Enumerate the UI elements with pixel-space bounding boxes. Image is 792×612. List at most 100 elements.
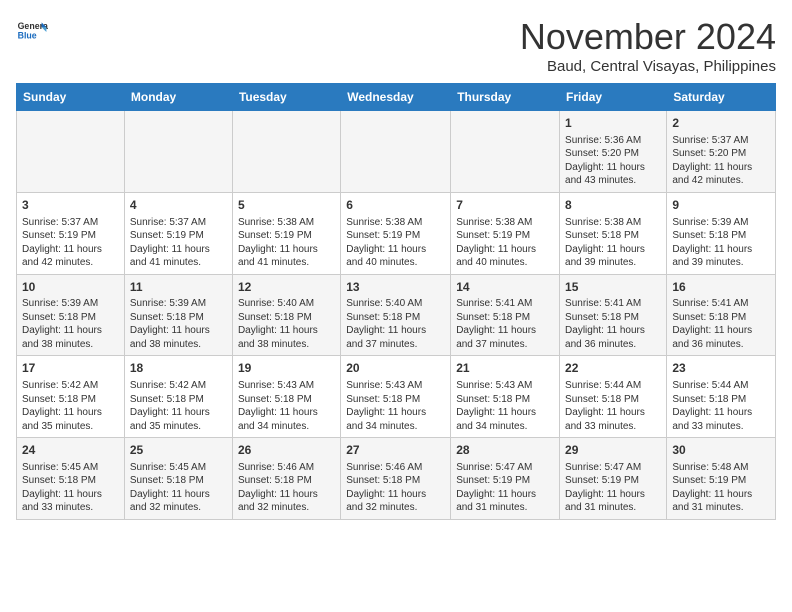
day-info: Sunrise: 5:46 AM Sunset: 5:18 PM Dayligh… (346, 461, 445, 515)
day-number: 1 (565, 115, 661, 132)
day-number: 21 (456, 360, 554, 377)
day-number: 5 (238, 197, 335, 214)
calendar-cell: 15Sunrise: 5:41 AM Sunset: 5:18 PM Dayli… (560, 274, 667, 356)
day-info: Sunrise: 5:40 AM Sunset: 5:18 PM Dayligh… (346, 297, 445, 351)
day-of-week-header-friday: Friday (560, 84, 667, 111)
day-number: 16 (672, 279, 770, 296)
calendar-cell: 25 Sunrise: 5:45 AM Sunset: 5:18 PM Dayli… (124, 438, 232, 520)
day-number: 19 (238, 360, 335, 377)
day-info: Sunrise: 5:41 AM Sunset: 5:18 PM Dayligh… (565, 297, 661, 351)
day-info: Sunrise: 5:41 AM Sunset: 5:18 PM Dayligh… (456, 297, 554, 351)
calendar-header-row: SundayMondayTuesdayWednesdayThursdayFrid… (17, 84, 776, 111)
calendar-cell: 29 Sunrise: 5:47 AM Sunset: 5:19 PM Dayli… (560, 438, 667, 520)
calendar-cell: 3Sunrise: 5:37 AM Sunset: 5:19 PM Daylig… (17, 192, 125, 274)
day-number: 3 (22, 197, 119, 214)
calendar-week-row: 17 Sunrise: 5:42 AM Sunset: 5:18 PM Dayli… (17, 356, 776, 438)
calendar-cell: 18Sunrise: 5:42 AM Sunset: 5:18 PM Dayli… (124, 356, 232, 438)
day-number: 28 (456, 442, 554, 459)
day-of-week-header-monday: Monday (124, 84, 232, 111)
day-number: 12 (238, 279, 335, 296)
day-info: Sunrise: 5:43 AM Sunset: 5:18 PM Dayligh… (456, 379, 554, 433)
day-info: Sunrise: 5:39 AM Sunset: 5:18 PM Dayligh… (672, 216, 770, 270)
day-of-week-header-saturday: Saturday (667, 84, 776, 111)
calendar-cell: 27 Sunrise: 5:46 AM Sunset: 5:18 PM Dayli… (341, 438, 451, 520)
day-number: 6 (346, 197, 445, 214)
day-number: 2 (672, 115, 770, 132)
day-number: 4 (130, 197, 227, 214)
day-number: 27 (346, 442, 445, 459)
logo-icon: General Blue (16, 16, 48, 48)
calendar-cell: 11Sunrise: 5:39 AM Sunset: 5:18 PM Dayli… (124, 274, 232, 356)
page-header: General Blue November 2024 Baud, Central… (16, 16, 776, 75)
calendar-cell: 1Sunrise: 5:36 AM Sunset: 5:20 PM Daylig… (560, 111, 667, 193)
day-info: Sunrise: 5:37 AM Sunset: 5:19 PM Dayligh… (130, 216, 227, 270)
calendar-cell: 2Sunrise: 5:37 AM Sunset: 5:20 PM Daylig… (667, 111, 776, 193)
day-number: 26 (238, 442, 335, 459)
day-info: Sunrise: 5:48 AM Sunset: 5:19 PM Dayligh… (672, 461, 770, 515)
calendar-cell (451, 111, 560, 193)
day-number: 7 (456, 197, 554, 214)
day-info: Sunrise: 5:41 AM Sunset: 5:18 PM Dayligh… (672, 297, 770, 351)
day-info: Sunrise: 5:47 AM Sunset: 5:19 PM Dayligh… (456, 461, 554, 515)
day-number: 29 (565, 442, 661, 459)
day-info: Sunrise: 5:43 AM Sunset: 5:18 PM Dayligh… (346, 379, 445, 433)
day-number: 23 (672, 360, 770, 377)
day-of-week-header-sunday: Sunday (17, 84, 125, 111)
calendar-cell: 28 Sunrise: 5:47 AM Sunset: 5:19 PM Dayli… (451, 438, 560, 520)
logo: General Blue (16, 16, 48, 48)
day-info: Sunrise: 5:38 AM Sunset: 5:18 PM Dayligh… (565, 216, 661, 270)
day-info: Sunrise: 5:46 AM Sunset: 5:18 PM Dayligh… (238, 461, 335, 515)
calendar-cell (124, 111, 232, 193)
calendar-cell: 17 Sunrise: 5:42 AM Sunset: 5:18 PM Dayli… (17, 356, 125, 438)
calendar-cell: 13Sunrise: 5:40 AM Sunset: 5:18 PM Dayli… (341, 274, 451, 356)
calendar-week-row: 24 Sunrise: 5:45 AM Sunset: 5:18 PM Dayli… (17, 438, 776, 520)
calendar-cell: 24 Sunrise: 5:45 AM Sunset: 5:18 PM Dayli… (17, 438, 125, 520)
day-info: Sunrise: 5:47 AM Sunset: 5:19 PM Dayligh… (565, 461, 661, 515)
day-info: Sunrise: 5:44 AM Sunset: 5:18 PM Dayligh… (565, 379, 661, 433)
day-number: 22 (565, 360, 661, 377)
day-number: 8 (565, 197, 661, 214)
day-info: Sunrise: 5:44 AM Sunset: 5:18 PM Dayligh… (672, 379, 770, 433)
day-number: 20 (346, 360, 445, 377)
day-info: Sunrise: 5:40 AM Sunset: 5:18 PM Dayligh… (238, 297, 335, 351)
calendar-cell: 10Sunrise: 5:39 AM Sunset: 5:18 PM Dayli… (17, 274, 125, 356)
calendar-cell: 20 Sunrise: 5:43 AM Sunset: 5:18 PM Dayli… (341, 356, 451, 438)
day-number: 17 (22, 360, 119, 377)
calendar-table: SundayMondayTuesdayWednesdayThursdayFrid… (16, 83, 776, 520)
calendar-cell: 12Sunrise: 5:40 AM Sunset: 5:18 PM Dayli… (232, 274, 340, 356)
day-number: 10 (22, 279, 119, 296)
day-of-week-header-tuesday: Tuesday (232, 84, 340, 111)
calendar-week-row: 1Sunrise: 5:36 AM Sunset: 5:20 PM Daylig… (17, 111, 776, 193)
day-info: Sunrise: 5:38 AM Sunset: 5:19 PM Dayligh… (238, 216, 335, 270)
calendar-cell: 4 Sunrise: 5:37 AM Sunset: 5:19 PM Daylig… (124, 192, 232, 274)
calendar-cell: 5 Sunrise: 5:38 AM Sunset: 5:19 PM Daylig… (232, 192, 340, 274)
title-block: November 2024 Baud, Central Visayas, Phi… (520, 16, 776, 75)
calendar-week-row: 3 Sunrise: 5:37 AM Sunset: 5:19 PM Daylig… (17, 192, 776, 274)
day-number: 14 (456, 279, 554, 296)
day-of-week-header-thursday: Thursday (451, 84, 560, 111)
day-info: Sunrise: 5:38 AM Sunset: 5:19 PM Dayligh… (346, 216, 445, 270)
day-info: Sunrise: 5:42 AM Sunset: 5:18 PM Dayligh… (22, 379, 119, 433)
day-info: Sunrise: 5:45 AM Sunset: 5:18 PM Dayligh… (130, 461, 227, 515)
day-number: 11 (130, 279, 227, 296)
calendar-cell (341, 111, 451, 193)
day-number: 24 (22, 442, 119, 459)
calendar-cell: 19 Sunrise: 5:43 AM Sunset: 5:18 PM Dayli… (232, 356, 340, 438)
calendar-cell: 7Sunrise: 5:38 AM Sunset: 5:19 PM Daylig… (451, 192, 560, 274)
calendar-week-row: 10Sunrise: 5:39 AM Sunset: 5:18 PM Dayli… (17, 274, 776, 356)
month-year-title: November 2024 (520, 16, 776, 58)
day-info: Sunrise: 5:39 AM Sunset: 5:18 PM Dayligh… (130, 297, 227, 351)
day-number: 18 (130, 360, 227, 377)
day-info: Sunrise: 5:45 AM Sunset: 5:18 PM Dayligh… (22, 461, 119, 515)
calendar-cell: 14Sunrise: 5:41 AM Sunset: 5:18 PM Dayli… (451, 274, 560, 356)
location-subtitle: Baud, Central Visayas, Philippines (520, 58, 776, 75)
day-of-week-header-wednesday: Wednesday (341, 84, 451, 111)
day-number: 13 (346, 279, 445, 296)
day-number: 25 (130, 442, 227, 459)
calendar-cell: 30 Sunrise: 5:48 AM Sunset: 5:19 PM Dayli… (667, 438, 776, 520)
day-number: 15 (565, 279, 661, 296)
day-info: Sunrise: 5:43 AM Sunset: 5:18 PM Dayligh… (238, 379, 335, 433)
day-info: Sunrise: 5:39 AM Sunset: 5:18 PM Dayligh… (22, 297, 119, 351)
svg-text:Blue: Blue (18, 30, 37, 40)
day-number: 30 (672, 442, 770, 459)
